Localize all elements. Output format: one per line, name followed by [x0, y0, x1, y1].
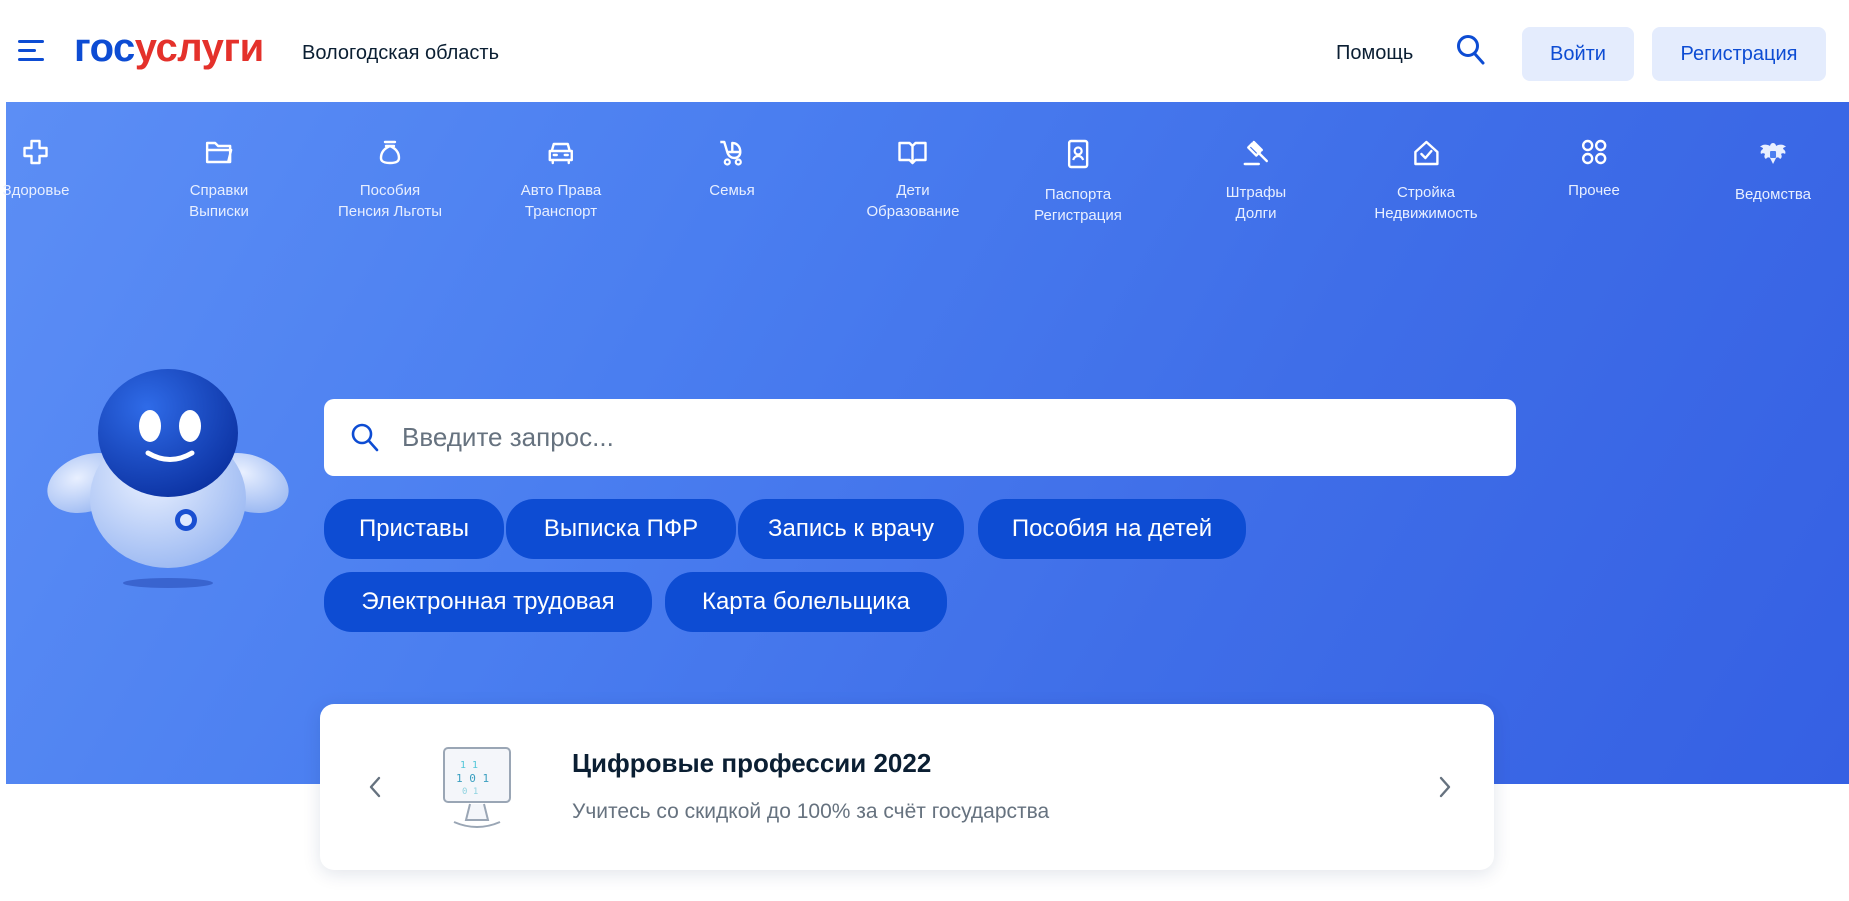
chip-pfr-statement[interactable]: Выписка ПФР [506, 499, 736, 559]
grid-icon [1581, 139, 1607, 165]
money-bag-icon [379, 140, 401, 165]
category-label-2: Недвижимость [1374, 205, 1478, 222]
promo-next-button[interactable] [1430, 764, 1460, 810]
search-icon [351, 423, 379, 451]
category-family[interactable]: Семья [709, 138, 755, 201]
category-certificates[interactable]: Справки Выписки [189, 138, 249, 222]
book-icon [898, 141, 928, 165]
category-other[interactable]: Прочее [1568, 138, 1620, 201]
category-label: Прочее [1568, 182, 1620, 199]
header: госуслуги Вологодская область Помощь Вой… [0, 0, 1849, 102]
category-label: Пособия [359, 182, 421, 199]
category-benefits[interactable]: Пособия Пенсия Льготы [338, 138, 442, 222]
computer-monitor-illustration: 1 1 1 0 1 0 1 [443, 747, 511, 828]
category-label: Дети [896, 182, 930, 199]
category-label: Справки [189, 182, 249, 199]
chip-fan-card[interactable]: Карта болельщика [665, 572, 947, 632]
chevron-right-icon [1439, 776, 1451, 798]
login-button[interactable]: Войти [1522, 27, 1634, 81]
help-link[interactable]: Помощь [1336, 42, 1413, 65]
category-health[interactable]: Здоровье [2, 138, 70, 201]
category-label-2: Регистрация [1034, 207, 1122, 224]
chip-doctor-appointment[interactable]: Запись к врачу [738, 499, 964, 559]
promo-card[interactable]: 1 1 1 0 1 0 1 Цифровые профессии 2022 Уч… [320, 704, 1494, 870]
category-label-2: Выписки [189, 203, 249, 220]
region-selector[interactable]: Вологодская область [302, 42, 499, 65]
category-label-2: Пенсия Льготы [337, 203, 443, 220]
category-passports[interactable]: Паспорта Регистрация [1034, 138, 1122, 226]
category-label: Авто Права [520, 182, 602, 199]
car-icon [548, 142, 574, 165]
stroller-icon [720, 140, 742, 166]
cross-icon [23, 139, 49, 165]
search-icon[interactable] [1456, 34, 1486, 66]
chip-electronic-workbook[interactable]: Электронная трудовая [324, 572, 652, 632]
category-label-2: Долги [1235, 205, 1277, 222]
svg-text:1 1: 1 1 [460, 760, 478, 771]
logo-part-gos: гос [74, 26, 135, 70]
category-label-2: Транспорт [524, 203, 598, 220]
category-auto[interactable]: Авто Права Транспорт [521, 138, 601, 222]
coat-of-arms-icon [1760, 143, 1786, 164]
category-construction[interactable]: Стройка Недвижимость [1374, 138, 1478, 224]
search-box[interactable] [324, 399, 1516, 476]
category-label: Штрафы [1225, 184, 1287, 201]
gosuslugi-logo[interactable]: госуслуги [74, 28, 264, 68]
category-label: Паспорта [1044, 186, 1112, 203]
category-agencies[interactable]: Ведомства [1735, 138, 1811, 205]
register-button[interactable]: Регистрация [1652, 27, 1826, 81]
category-fines[interactable]: Штрафы Долги [1226, 138, 1286, 224]
folder-icon [205, 141, 233, 164]
house-icon [1413, 140, 1439, 166]
chevron-left-icon [369, 776, 381, 798]
gavel-icon [1243, 140, 1269, 166]
chip-child-benefits[interactable]: Пособия на детей [978, 499, 1246, 559]
svg-text:1 0 1: 1 0 1 [456, 772, 489, 785]
passport-icon [1067, 139, 1089, 169]
search-input[interactable] [402, 422, 1482, 453]
category-label: Здоровье [2, 182, 70, 199]
promo-subtitle: Учитесь со скидкой до 100% за счёт госуд… [572, 800, 1050, 823]
category-label: Семья [709, 182, 755, 199]
category-label: Ведомства [1735, 186, 1811, 203]
category-label: Стройка [1396, 184, 1456, 201]
robot-mascot-image [47, 369, 289, 588]
svg-text:0 1: 0 1 [462, 787, 478, 797]
chip-bailiffs[interactable]: Приставы [324, 499, 504, 559]
logo-part-uslugi: услуги [134, 26, 264, 70]
menu-icon[interactable] [18, 40, 44, 62]
promo-title: Цифровые профессии 2022 [572, 748, 932, 778]
category-children[interactable]: Дети Образование [866, 138, 960, 222]
category-label-2: Образование [866, 203, 960, 220]
promo-prev-button[interactable] [360, 764, 390, 810]
